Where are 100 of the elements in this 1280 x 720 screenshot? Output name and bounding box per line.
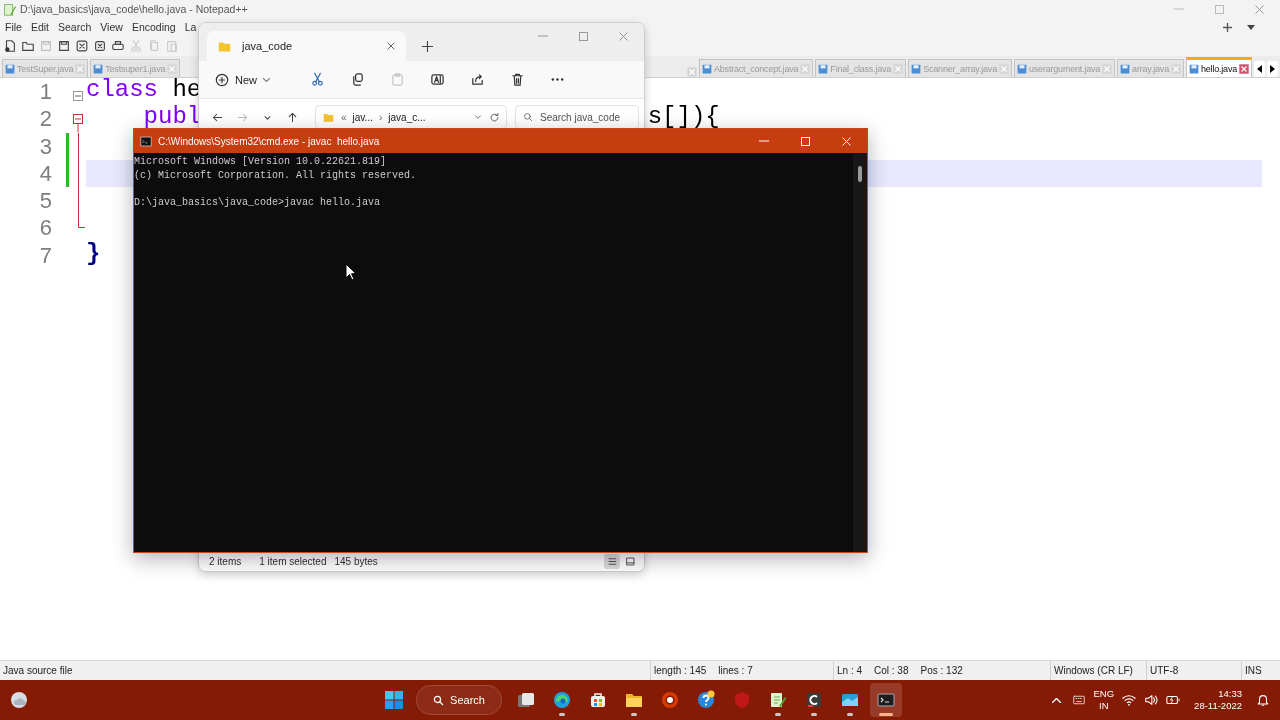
weather-button[interactable] [8, 689, 30, 711]
folder-button[interactable] [21, 39, 35, 53]
code-text: s[]){ [647, 105, 720, 128]
notepad-icon [3, 2, 16, 16]
scroll-left-button[interactable] [1254, 61, 1265, 77]
breadcrumb-item[interactable]: jav... [352, 111, 373, 123]
window-title: C:\Windows\System32\cmd.exe - javac hello.java [158, 135, 380, 147]
breadcrumb-item[interactable]: java_c... [388, 111, 426, 123]
code-text: } [86, 241, 101, 264]
plus-icon [421, 40, 433, 52]
new-tab-button[interactable] [420, 39, 434, 53]
help-icon [696, 690, 716, 710]
paste-icon [165, 39, 179, 53]
folder-tab[interactable]: java_code [207, 31, 406, 61]
close-icon [998, 63, 1009, 74]
scroll-right-button[interactable] [1267, 61, 1278, 77]
search-button[interactable]: Search [416, 685, 502, 715]
maximize-icon [800, 136, 810, 146]
console-icon [140, 135, 152, 147]
close-file-icon [75, 39, 89, 53]
cursor-line: Ln : 4 [837, 665, 863, 676]
add-tab-button[interactable] [1220, 20, 1234, 34]
console-output: (c) Microsoft Corporation. All rights reserved. [134, 168, 417, 182]
save-all-icon [57, 39, 71, 53]
menu-item[interactable]: Search [58, 21, 92, 33]
close-all-button[interactable] [93, 39, 107, 53]
console-command: D:\java_basics\java_code>javac hello.java [134, 195, 381, 209]
file-icon [911, 63, 922, 74]
code-text: publ [143, 105, 202, 128]
menu-item[interactable]: La [184, 21, 197, 33]
close-file-button[interactable] [75, 39, 89, 53]
menu-item[interactable]: Encoding [131, 21, 176, 33]
mouse-pointer-icon [345, 263, 357, 281]
cursor-position: Pos : 132 [920, 665, 963, 676]
file-icon [1188, 63, 1199, 74]
new-button[interactable]: New [211, 66, 274, 93]
insert-mode: INS [1245, 665, 1262, 676]
plus-icon [1222, 22, 1232, 32]
save-all-button[interactable] [57, 39, 71, 53]
maximize-button[interactable] [798, 134, 812, 148]
close-icon [1239, 63, 1249, 74]
triangle-left-icon [1257, 65, 1262, 73]
file-icon [1016, 63, 1027, 74]
file-icon [702, 63, 712, 74]
share-icon [469, 72, 485, 87]
file-icon [818, 63, 829, 74]
printer-icon [111, 39, 125, 53]
selection-size: 145 bytes [334, 556, 378, 567]
clock[interactable]: 14:33 28-11-2022 [1188, 688, 1248, 712]
menu-item[interactable]: View [100, 21, 123, 33]
search-icon [523, 112, 533, 122]
close-button[interactable] [839, 134, 853, 148]
line-number: 2 [38, 105, 53, 133]
start-button[interactable] [382, 688, 406, 712]
shield-icon [732, 690, 752, 710]
document-length: length : 145 [654, 665, 707, 676]
search-field[interactable]: Search java_code [515, 105, 639, 129]
scrollbar-thumb[interactable] [858, 166, 862, 182]
weather-icon [10, 691, 28, 709]
input-language[interactable]: ENG IN [1093, 688, 1115, 712]
minimize-icon [759, 140, 769, 142]
item-count: 2 items [209, 556, 242, 567]
terminal-button[interactable] [870, 683, 902, 717]
menu-item[interactable]: File [5, 21, 22, 33]
menu-item[interactable]: Edit [30, 21, 49, 33]
address-bar[interactable]: « jav... › java_c... [315, 105, 507, 129]
tiles-view-icon [624, 556, 636, 567]
maximize-icon [578, 31, 588, 41]
window-title: D:\java_basics\java_code\hello.java - Notepad++ [20, 3, 248, 15]
folder-icon [21, 39, 35, 53]
plus-circle-icon [215, 72, 229, 87]
new-file-button[interactable] [3, 39, 17, 53]
cursor-column: Col : 38 [874, 665, 909, 676]
close-icon [167, 63, 178, 74]
list-view-button[interactable] [604, 554, 620, 569]
file-icon [5, 63, 15, 74]
close-icon [841, 136, 851, 146]
chevron-down-icon [473, 112, 483, 122]
refresh-icon [489, 111, 500, 123]
line-number: 6 [38, 214, 53, 242]
triangle-right-icon [1270, 65, 1275, 73]
line-number: 3 [38, 132, 53, 160]
printer-button[interactable] [111, 39, 125, 53]
line-ending: Windows (CR LF) [1054, 665, 1133, 676]
encoding: UTF-8 [1150, 665, 1179, 676]
file-tab[interactable]: hello.java [1185, 57, 1252, 77]
line-number: 4 [38, 159, 53, 188]
speaker-icon [1144, 693, 1159, 707]
maximize-icon [1214, 4, 1224, 14]
breadcrumb-separator: › [378, 111, 383, 123]
new-file-icon [3, 39, 17, 53]
minimize-icon [538, 35, 548, 37]
folder-icon [322, 111, 335, 123]
trash-icon [509, 72, 525, 87]
breadcrumb-overflow[interactable]: « [341, 111, 347, 123]
notification-bell-icon [1256, 693, 1270, 707]
shopping-bag-icon [588, 690, 608, 710]
save-icon [39, 39, 53, 53]
close-all-icon [93, 39, 107, 53]
scissors-icon [309, 72, 325, 87]
